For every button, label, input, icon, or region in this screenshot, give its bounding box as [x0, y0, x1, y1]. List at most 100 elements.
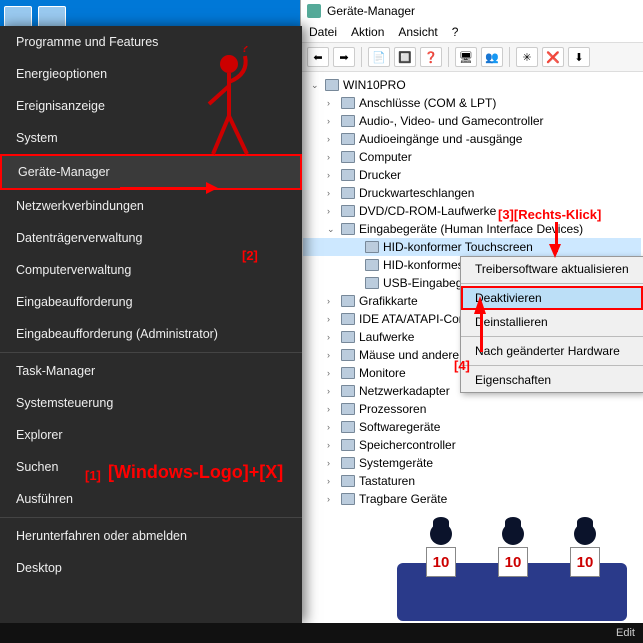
toolbar-separator	[509, 47, 510, 67]
tree-category[interactable]: ›Speichercontroller	[303, 436, 641, 454]
tree-category[interactable]: ›Prozessoren	[303, 400, 641, 418]
chevron-icon: ›	[327, 382, 337, 400]
arrow-up-ctx	[474, 296, 486, 314]
toolbar-button[interactable]: ✳	[516, 47, 538, 67]
chevron-icon: ›	[327, 418, 337, 436]
winx-item[interactable]: Netzwerkverbindungen	[0, 190, 302, 222]
menu-item[interactable]: Ansicht	[398, 25, 437, 39]
chevron-icon: ›	[327, 454, 337, 472]
tree-category[interactable]: ⌄ Eingabegeräte (Human Interface Devices)	[303, 220, 641, 238]
score-card: 10	[498, 547, 528, 577]
tree-label: Laufwerke	[359, 328, 414, 346]
tree-category[interactable]: ›Tastaturen	[303, 472, 641, 490]
tree-label: Monitore	[359, 364, 406, 382]
device-icon	[341, 385, 355, 397]
hid-device-icon	[365, 277, 379, 289]
toolbar-button[interactable]: ⬇	[568, 47, 590, 67]
toolbar-separator	[361, 47, 362, 67]
chevron-icon: ›	[327, 472, 337, 490]
device-icon	[341, 403, 355, 415]
device-icon	[341, 169, 355, 181]
arrow-stem-ctx	[480, 310, 483, 352]
tree-label: HID-konformes	[383, 256, 464, 274]
tree-category[interactable]: ›DVD/CD-ROM-Laufwerke	[303, 202, 641, 220]
chevron-icon: ›	[327, 490, 337, 508]
toolbar-button[interactable]: 🔲	[394, 47, 416, 67]
toolbar-button[interactable]: 📄	[368, 47, 390, 67]
toolbar-button[interactable]: ➡	[333, 47, 355, 67]
tree-category[interactable]: › Audio-, Video- und Gamecontroller	[303, 112, 641, 130]
winx-item[interactable]: Datenträgerverwaltung	[0, 222, 302, 254]
device-icon	[341, 187, 355, 199]
device-icon	[341, 223, 355, 235]
chevron-icon: ›	[327, 292, 337, 310]
tree-label: Speichercontroller	[359, 436, 456, 454]
device-icon	[341, 349, 355, 361]
device-icon	[341, 313, 355, 325]
hid-device-icon	[365, 241, 379, 253]
device-icon	[341, 295, 355, 307]
menu-item[interactable]: Datei	[309, 25, 337, 39]
winx-item[interactable]: Suchen	[0, 451, 302, 483]
tree-label: Drucker	[359, 166, 401, 184]
context-menu-item[interactable]: Nach geänderter Hardware	[461, 339, 643, 363]
tree-category[interactable]: › Drucker	[303, 166, 641, 184]
context-menu-item[interactable]: Treibersoftware aktualisieren	[461, 257, 643, 281]
winx-item[interactable]: Eingabeaufforderung (Administrator)	[0, 318, 302, 350]
tree-category[interactable]: ›Druckwarteschlangen	[303, 184, 641, 202]
toolbar-button[interactable]: ❓	[420, 47, 442, 67]
context-menu: Treibersoftware aktualisieren Deaktiviere…	[460, 256, 643, 393]
chevron-icon: ⌄	[327, 220, 337, 238]
winx-item[interactable]: Computerverwaltung	[0, 254, 302, 286]
app-icon	[307, 4, 321, 18]
tree-label: Mäuse und andere	[359, 346, 459, 364]
toolbar-button[interactable]: ❌	[542, 47, 564, 67]
separator	[461, 336, 643, 337]
tree-root[interactable]: ⌄WIN10PRO	[303, 76, 641, 94]
context-menu-item[interactable]: Deinstallieren	[461, 310, 643, 334]
winx-item[interactable]: Ausführen	[0, 483, 302, 515]
chevron-icon: ›	[327, 94, 337, 112]
chevron-icon: ›	[327, 130, 337, 148]
toolbar-button[interactable]: ⬅	[307, 47, 329, 67]
menu-item[interactable]: ?	[452, 25, 459, 39]
chevron-icon: ›	[327, 328, 337, 346]
winx-item[interactable]: Desktop	[0, 552, 302, 584]
winx-item[interactable]: Explorer	[0, 419, 302, 451]
context-menu-item[interactable]: Eigenschaften	[461, 368, 643, 392]
menu-item[interactable]: Aktion	[351, 25, 384, 39]
tree-device[interactable]: HID-konformer Touchscreen	[303, 238, 641, 256]
chevron-icon: ›	[327, 112, 337, 130]
tree-label: Druckwarteschlangen	[359, 184, 474, 202]
tree-label: Anschlüsse (COM & LPT)	[359, 94, 496, 112]
chevron-icon: ›	[327, 364, 337, 382]
toolbar-button[interactable]: 👥	[481, 47, 503, 67]
context-menu-item[interactable]: Deaktivieren	[461, 286, 643, 310]
device-icon	[341, 421, 355, 433]
winx-item[interactable]: Task-Manager	[0, 355, 302, 387]
chevron-icon: ›	[327, 310, 337, 328]
tree-label: Softwaregeräte	[359, 418, 440, 436]
tree-label: DVD/CD-ROM-Laufwerke	[359, 202, 496, 220]
tree-label: USB-Eingabege	[383, 274, 469, 292]
chevron-icon: ›	[327, 166, 337, 184]
score-card: 10	[570, 547, 600, 577]
tree-category[interactable]: ›Computer	[303, 148, 641, 166]
judge: 10	[483, 523, 543, 577]
tree-category[interactable]: › Softwaregeräte	[303, 418, 641, 436]
separator	[0, 352, 302, 353]
winx-item[interactable]: Eingabeaufforderung	[0, 286, 302, 318]
tree-label: Eingabegeräte (Human Interface Devices)	[359, 220, 583, 238]
tree-category[interactable]: ›Audioeingänge und -ausgänge	[303, 130, 641, 148]
tree-category[interactable]: › Anschlüsse (COM & LPT)	[303, 94, 641, 112]
svg-text:?: ?	[241, 46, 248, 55]
judge: 10	[411, 523, 471, 577]
winx-item[interactable]: Herunterfahren oder abmelden	[0, 520, 302, 552]
tree-category[interactable]: ›Systemgeräte	[303, 454, 641, 472]
tree-label: Audio-, Video- und Gamecontroller	[359, 112, 544, 130]
device-icon	[341, 115, 355, 127]
winx-item[interactable]: Systemsteuerung	[0, 387, 302, 419]
taskbar-edit-label[interactable]: Edit	[616, 627, 635, 639]
toolbar-button[interactable]: 🖥	[455, 47, 477, 67]
judge-head-icon	[502, 523, 524, 545]
